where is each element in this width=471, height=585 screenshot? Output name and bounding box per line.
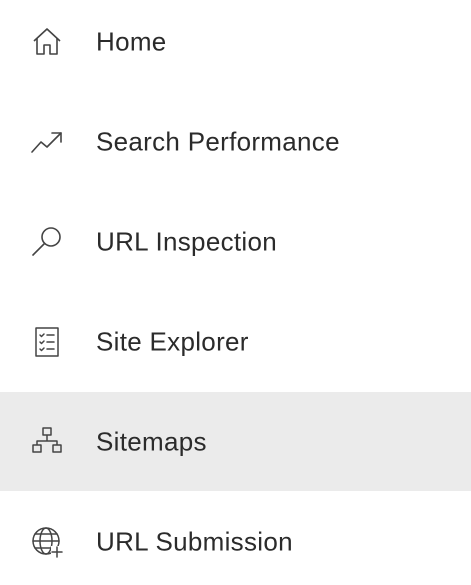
sidebar-item-label: URL Submission (96, 526, 293, 557)
trending-up-icon (29, 124, 65, 160)
sidebar-item-site-explorer[interactable]: Site Explorer (0, 292, 471, 392)
sidebar-item-search-performance[interactable]: Search Performance (0, 92, 471, 192)
sidebar-item-label: Home (96, 26, 167, 57)
sidebar-item-label: URL Inspection (96, 226, 277, 257)
home-icon (29, 24, 65, 60)
sidebar-item-label: Search Performance (96, 126, 340, 157)
sidebar-item-url-submission[interactable]: URL Submission (0, 492, 471, 585)
sidebar-item-label: Site Explorer (96, 326, 249, 357)
sidebar-item-sitemaps[interactable]: Sitemaps (0, 392, 471, 491)
sitemap-icon (29, 424, 65, 460)
globe-add-icon (29, 524, 65, 560)
search-icon (29, 224, 65, 260)
sidebar-item-url-inspection[interactable]: URL Inspection (0, 192, 471, 292)
checklist-icon (29, 324, 65, 360)
sidebar-item-home[interactable]: Home (0, 0, 471, 92)
sidebar-item-label: Sitemaps (96, 426, 207, 456)
sidebar-nav: Home Search Performance URL Inspection S… (0, 0, 471, 585)
